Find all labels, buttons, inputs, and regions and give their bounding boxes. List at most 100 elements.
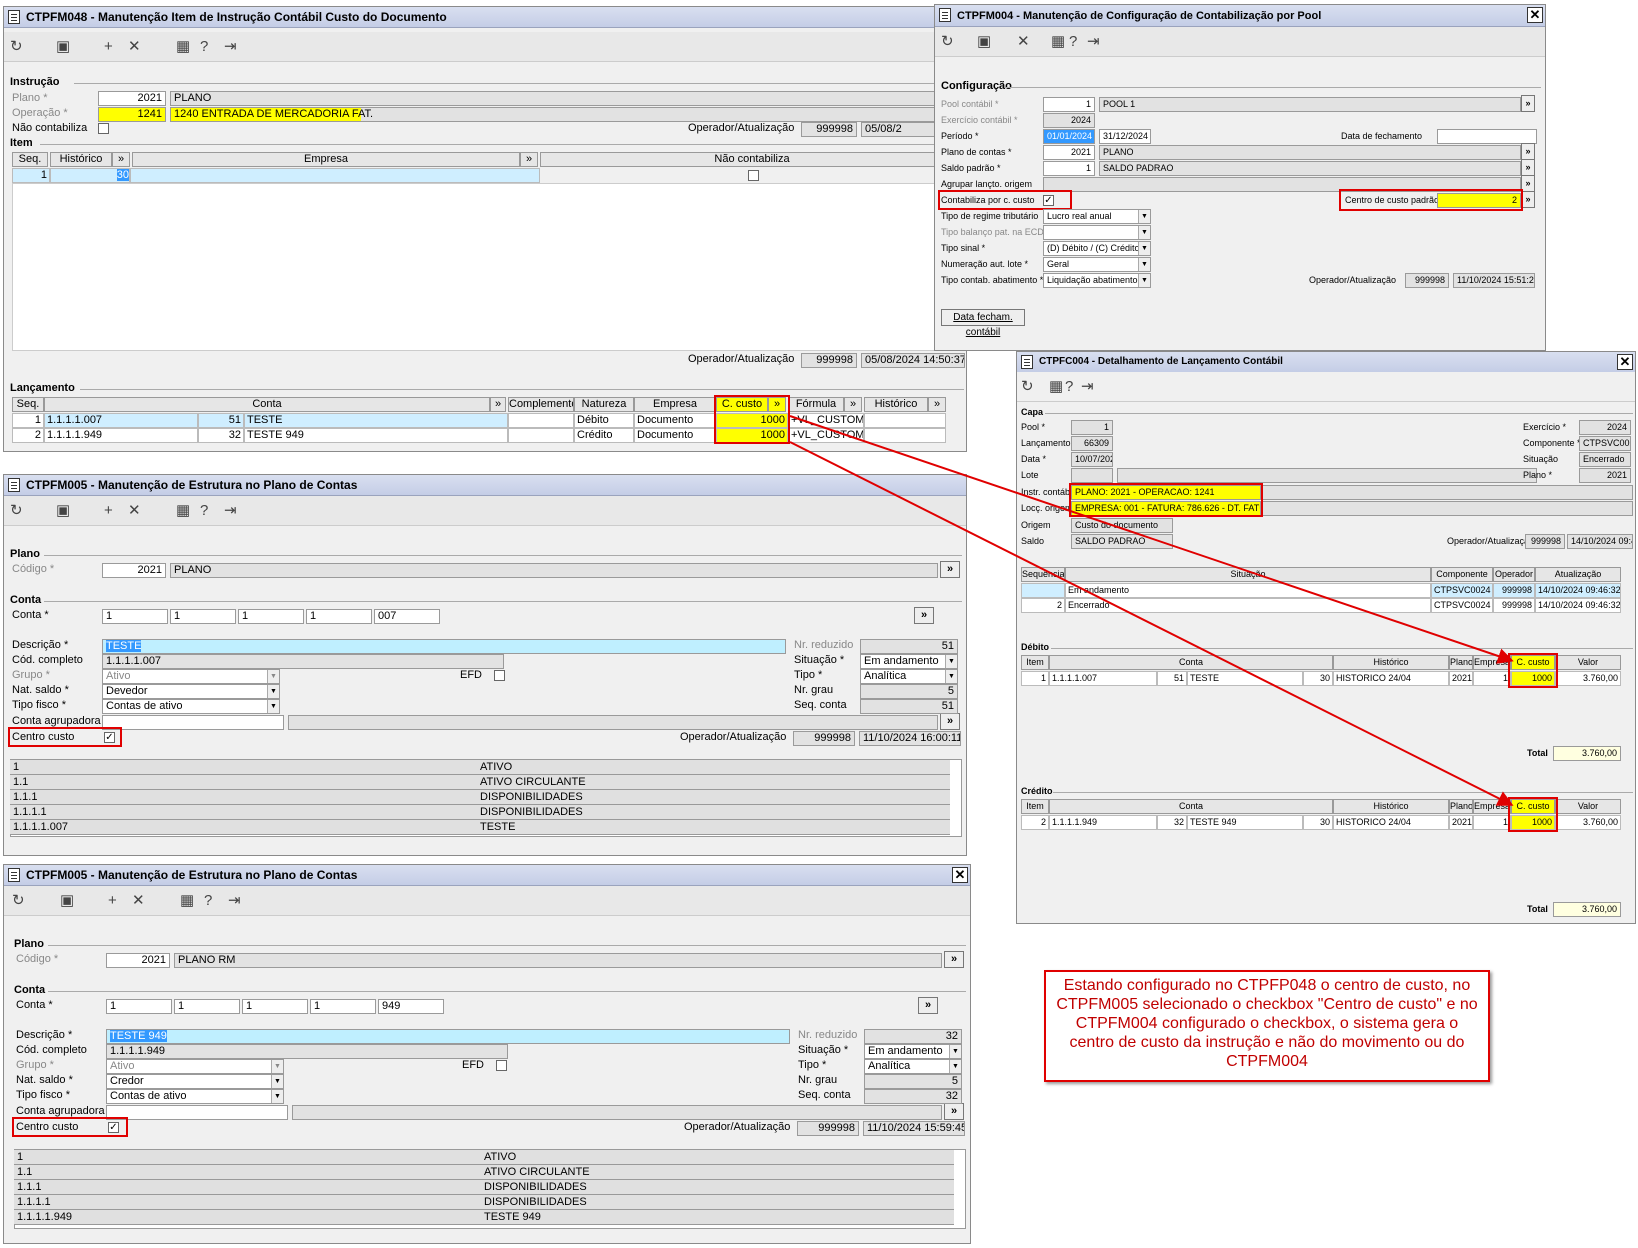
conta-seg-1[interactable]: 1 [106, 999, 172, 1014]
item-row-empresa[interactable] [130, 168, 540, 183]
lookup-chevron-icon[interactable]: » [1521, 159, 1535, 176]
lookup-chevron-icon[interactable]: » [914, 607, 934, 624]
lookup-chevron-icon[interactable]: » [1521, 191, 1535, 208]
grupo-select[interactable]: Ativo [106, 670, 130, 682]
conta-seg-2[interactable]: 1 [170, 609, 236, 624]
efd-checkbox[interactable] [496, 1060, 507, 1071]
tree-desc[interactable]: DISPONIBILIDADES [480, 805, 583, 819]
plano-field[interactable]: 2021 [98, 91, 166, 106]
exit-icon[interactable]: ⇥ [1081, 372, 1094, 402]
seq-row-atualizacao[interactable]: 14/10/2024 09:46:32 [1535, 583, 1621, 598]
lanc-row-descricao[interactable]: TESTE 949 [244, 428, 508, 443]
situacao-select[interactable]: Em andamento [868, 1045, 943, 1057]
refresh-icon[interactable]: ↻ [941, 27, 954, 57]
item-nao-contabiliza-checkbox[interactable] [748, 170, 759, 181]
exit-icon[interactable]: ⇥ [228, 886, 241, 916]
chevron-down-icon[interactable]: ▼ [1138, 226, 1150, 239]
chevron-down-icon[interactable]: ▼ [1138, 258, 1150, 271]
chevron-down-icon[interactable]: ▼ [945, 655, 957, 668]
lanc-row-empresa[interactable]: Documento [634, 428, 716, 443]
add-icon[interactable]: + [108, 886, 117, 916]
periodo-inicio-field[interactable]: 01/01/2024 [1043, 129, 1095, 144]
nao-contabiliza-checkbox[interactable] [98, 123, 109, 134]
lanc-row-historico[interactable] [864, 428, 946, 443]
grupo-select[interactable]: Ativo [110, 1060, 134, 1072]
save-icon[interactable]: ▣ [977, 27, 991, 57]
lanc-row-reduzido[interactable]: 32 [198, 428, 244, 443]
seq-row-componente[interactable]: CTPSVC0024 [1431, 583, 1493, 598]
tipo-fisco-select[interactable]: Contas de ativo [110, 1090, 186, 1102]
delete-icon[interactable]: ✕ [132, 886, 145, 916]
tree-code[interactable]: 1.1 [17, 1166, 32, 1178]
deb-row-conta[interactable]: 1.1.1.1.007 [1049, 671, 1157, 686]
help-icon[interactable]: ? [200, 496, 208, 526]
seq-row-atualizacao[interactable]: 14/10/2024 09:46:32 [1535, 598, 1621, 613]
tree-code[interactable]: 1.1.1.1.007 [13, 821, 68, 833]
conta-seg-4[interactable]: 1 [306, 609, 372, 624]
deb-row-item[interactable]: 1 [1021, 671, 1049, 686]
tree-code[interactable]: 1.1.1.1 [13, 806, 47, 818]
tipo-fisco-select[interactable]: Contas de ativo [106, 700, 182, 712]
seq-row-componente[interactable]: CTPSVC0024 [1431, 598, 1493, 613]
chevron-down-icon[interactable]: ▼ [267, 685, 279, 698]
abatimento-select[interactable]: Liquidação abatimento [1047, 275, 1138, 285]
item-row-seq[interactable]: 1 [12, 168, 50, 183]
codigo-field[interactable]: 2021 [106, 953, 170, 968]
item-row-historico[interactable]: 30 [116, 169, 129, 181]
lookup-chevron-icon[interactable]: » [918, 997, 938, 1014]
cred-row-empresa[interactable]: 1 [1473, 815, 1511, 830]
seq-row-operador[interactable]: 999998 [1493, 583, 1535, 598]
nat-saldo-select[interactable]: Credor [110, 1075, 144, 1087]
close-icon[interactable]: ✕ [1617, 354, 1633, 370]
save-icon[interactable]: ▣ [56, 32, 70, 62]
deb-row-historico[interactable]: HISTORICO 24/04 [1333, 671, 1449, 686]
lanc-row-formula[interactable]: +VL_CUSTOMCII [788, 413, 864, 428]
tree-desc[interactable]: DISPONIBILIDADES [484, 1195, 587, 1209]
tree-code[interactable]: 1.1.1.1.949 [17, 1211, 72, 1223]
tree-code[interactable]: 1.1.1 [13, 791, 37, 803]
exit-icon[interactable]: ⇥ [224, 496, 237, 526]
lookup-chevron-icon[interactable]: » [944, 1103, 964, 1120]
chevron-down-icon[interactable]: ▼ [1138, 210, 1150, 223]
refresh-icon[interactable]: ↻ [1021, 372, 1034, 402]
add-icon[interactable]: + [104, 496, 113, 526]
seq-row-situacao[interactable]: Em andamento [1065, 583, 1431, 598]
lanc-row-complemento[interactable] [508, 428, 574, 443]
cred-row-conta[interactable]: 1.1.1.1.949 [1049, 815, 1157, 830]
seq-row-operador[interactable]: 999998 [1493, 598, 1535, 613]
seq-row-situacao[interactable]: Encerrado [1065, 598, 1431, 613]
save-icon[interactable]: ▣ [60, 886, 74, 916]
calendar-icon[interactable]: ▦ [1049, 372, 1063, 402]
deb-row-reduzido[interactable]: 51 [1157, 671, 1187, 686]
tree-desc[interactable]: DISPONIBILIDADES [480, 790, 583, 804]
cred-row-hist-codigo[interactable]: 30 [1303, 815, 1333, 830]
conta-seg-4[interactable]: 1 [310, 999, 376, 1014]
lanc-row-historico[interactable] [864, 413, 946, 428]
lookup-chevron-icon[interactable]: » [940, 561, 960, 578]
refresh-icon[interactable]: ↻ [10, 32, 23, 62]
lanc-row-formula[interactable]: +VL_CUSTOMCII [788, 428, 864, 443]
help-icon[interactable]: ? [1069, 27, 1077, 57]
conta-seg-5[interactable]: 949 [378, 999, 444, 1014]
lookup-chevron-icon[interactable]: » [490, 397, 506, 412]
descricao-field[interactable]: TESTE [106, 640, 142, 652]
nat-saldo-select[interactable]: Devedor [106, 685, 148, 697]
conta-seg-1[interactable]: 1 [102, 609, 168, 624]
lanc-row-complemento[interactable] [508, 413, 574, 428]
lookup-chevron-icon[interactable]: » [112, 152, 130, 167]
delete-icon[interactable]: ✕ [128, 496, 141, 526]
seq-row-seq[interactable] [1021, 583, 1065, 598]
chevron-down-icon[interactable]: ▼ [1138, 274, 1150, 287]
balanco-select[interactable]: ▼ [1043, 225, 1151, 240]
tree-code[interactable]: 1 [17, 1151, 23, 1163]
tree-desc[interactable]: TESTE 949 [484, 1210, 541, 1224]
tree-code[interactable]: 1 [13, 761, 19, 773]
lookup-chevron-icon[interactable]: » [940, 713, 960, 730]
refresh-icon[interactable]: ↻ [12, 886, 25, 916]
tree-desc[interactable]: ATIVO [480, 760, 512, 774]
cred-row-plano[interactable]: 2021 [1449, 815, 1473, 830]
lanc-row-seq[interactable]: 1 [12, 413, 44, 428]
chevron-down-icon[interactable]: ▼ [949, 1045, 961, 1058]
conta-seg-5[interactable]: 007 [374, 609, 440, 624]
cred-row-reduzido[interactable]: 32 [1157, 815, 1187, 830]
